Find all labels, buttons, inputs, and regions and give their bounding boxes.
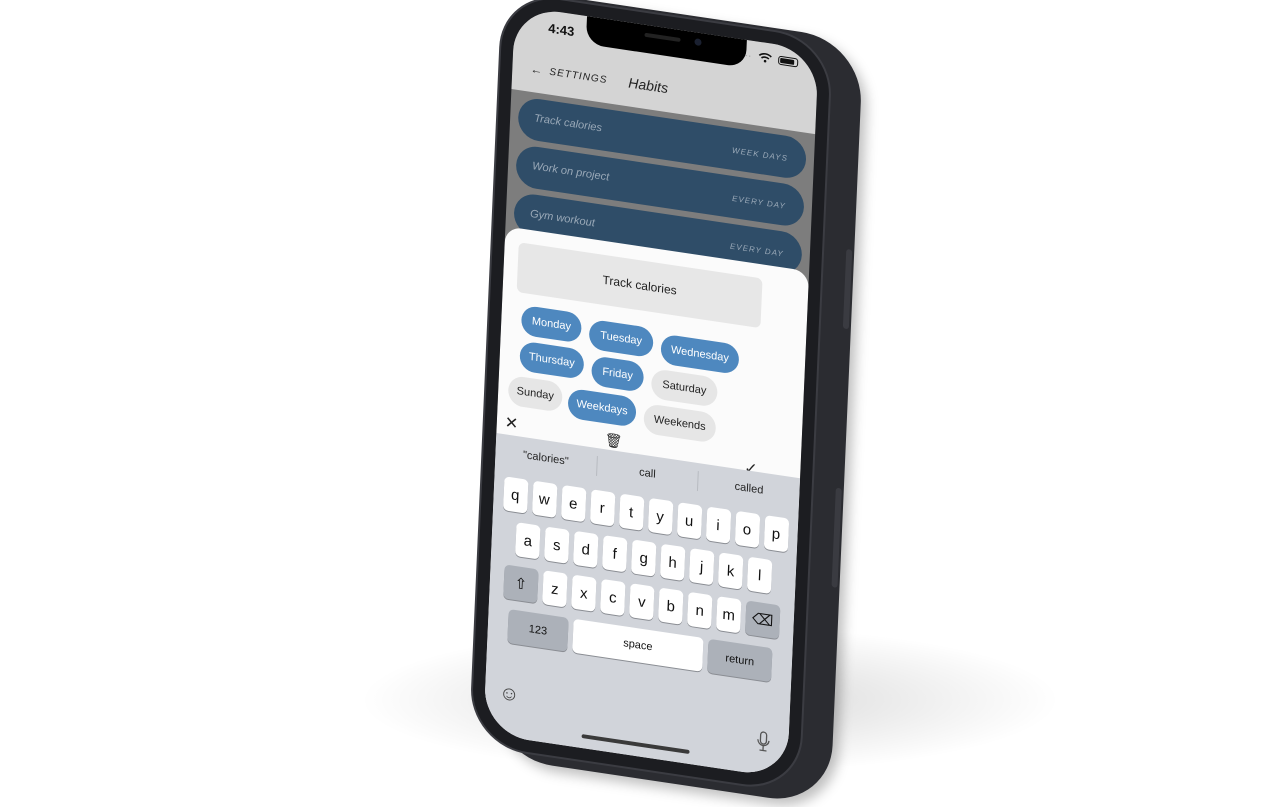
backspace-key[interactable]: ⌫ — [745, 600, 780, 639]
side-button — [843, 249, 852, 329]
trash-icon[interactable]: 🗑 — [604, 431, 623, 451]
key[interactable]: k — [718, 552, 743, 589]
key[interactable]: e — [560, 485, 585, 522]
key[interactable]: a — [515, 522, 540, 559]
phone-body: 4:43 ···· ← SETTINGS Habits Track calori… — [469, 0, 834, 795]
day-chip-monday[interactable]: Monday — [521, 305, 582, 344]
battery-icon — [778, 55, 798, 67]
suggestion[interactable]: call — [597, 456, 699, 491]
suggestion[interactable]: "calories" — [495, 441, 597, 476]
back-label: SETTINGS — [549, 66, 607, 86]
edit-habit-sheet: Track calories Monday Tuesday Wednesday … — [483, 226, 809, 778]
key[interactable]: v — [629, 583, 654, 620]
key[interactable]: u — [676, 502, 701, 539]
key[interactable]: y — [647, 498, 672, 535]
key[interactable]: i — [705, 506, 730, 543]
return-key[interactable]: return — [707, 639, 772, 682]
close-icon[interactable]: ✕ — [504, 412, 518, 434]
habit-frequency: EVERY DAY — [730, 242, 784, 259]
key[interactable]: x — [571, 575, 596, 612]
key[interactable]: r — [589, 489, 614, 526]
key[interactable]: g — [631, 539, 656, 576]
key[interactable]: n — [687, 592, 712, 629]
key[interactable]: c — [600, 579, 625, 616]
keyboard-bottom: ☺ — [483, 694, 788, 779]
space-key[interactable]: space — [572, 619, 703, 672]
key[interactable]: q — [503, 476, 528, 513]
side-button-lower — [831, 488, 841, 588]
phone-mockup: 4:43 ···· ← SETTINGS Habits Track calori… — [455, 0, 875, 800]
keyboard: "calories" call called q w e r t y u — [483, 433, 800, 779]
status-icons: ···· — [737, 49, 798, 68]
microphone-icon[interactable] — [756, 730, 771, 759]
camera — [694, 38, 701, 46]
day-chip-wednesday[interactable]: Wednesday — [660, 334, 739, 375]
habit-frequency: WEEK DAYS — [732, 146, 788, 163]
habit-frequency: EVERY DAY — [732, 194, 786, 211]
phone-frame: 4:43 ···· ← SETTINGS Habits Track calori… — [469, 0, 834, 795]
day-chip-weekdays[interactable]: Weekdays — [567, 388, 636, 428]
key[interactable]: o — [734, 511, 759, 548]
key[interactable]: w — [532, 481, 557, 518]
screen: 4:43 ···· ← SETTINGS Habits Track calori… — [483, 5, 819, 778]
day-chip-saturday[interactable]: Saturday — [651, 368, 718, 408]
arrow-left-icon: ← — [530, 62, 544, 78]
wifi-icon — [758, 52, 772, 64]
habit-name: Track calories — [534, 112, 602, 134]
day-chip-weekends[interactable]: Weekends — [643, 403, 716, 444]
emoji-icon[interactable]: ☺ — [499, 682, 520, 708]
day-chip-thursday[interactable]: Thursday — [519, 341, 584, 380]
habit-name: Gym workout — [530, 208, 595, 230]
page-title: Habits — [628, 74, 668, 96]
key[interactable]: d — [573, 531, 598, 568]
day-chip-friday[interactable]: Friday — [591, 355, 644, 393]
key[interactable]: s — [544, 526, 569, 563]
back-button[interactable]: ← SETTINGS — [530, 62, 608, 87]
speaker — [644, 33, 680, 42]
key[interactable]: z — [542, 570, 567, 607]
status-time: 4:43 — [548, 20, 575, 39]
shift-key[interactable]: ⇧ — [503, 564, 538, 603]
day-chip-sunday[interactable]: Sunday — [508, 375, 563, 413]
key[interactable]: p — [763, 515, 788, 552]
key[interactable]: b — [658, 587, 683, 624]
numbers-key[interactable]: 123 — [507, 609, 568, 652]
suggestion[interactable]: called — [698, 471, 799, 506]
key[interactable]: m — [716, 596, 741, 633]
day-chip-tuesday[interactable]: Tuesday — [589, 319, 654, 358]
habit-name: Work on project — [532, 160, 609, 183]
key[interactable]: l — [747, 557, 772, 594]
key[interactable]: h — [660, 544, 685, 581]
key[interactable]: f — [602, 535, 627, 572]
key[interactable]: j — [689, 548, 714, 585]
key[interactable]: t — [618, 493, 643, 530]
